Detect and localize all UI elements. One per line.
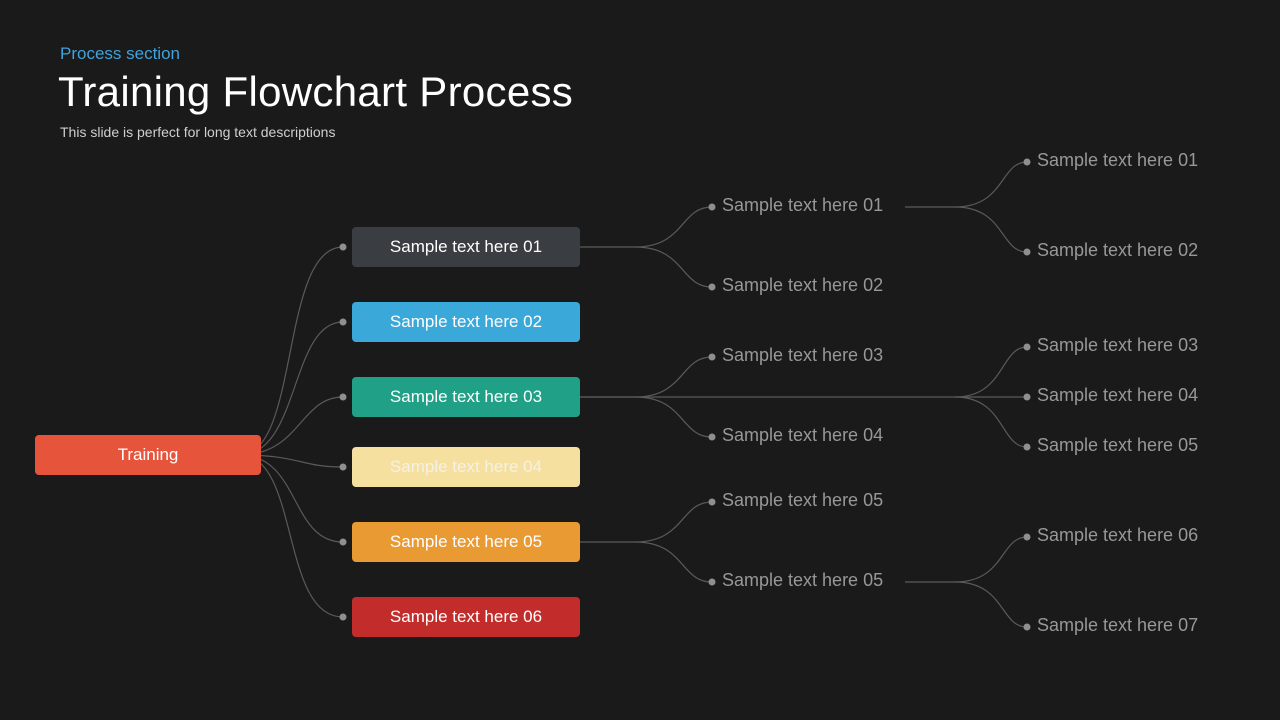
page-title: Training Flowchart Process xyxy=(58,68,573,116)
level1-node-05[interactable]: Sample text here 05 xyxy=(352,522,580,562)
level1-node-06[interactable]: Sample text here 06 xyxy=(352,597,580,637)
level1-node-04[interactable]: Sample text here 04 xyxy=(352,447,580,487)
level2-c-02: Sample text here 05 xyxy=(722,570,883,591)
level2-b-02: Sample text here 04 xyxy=(722,425,883,446)
level2-c-01: Sample text here 05 xyxy=(722,490,883,511)
level3-a-01: Sample text here 01 xyxy=(1037,150,1198,171)
level3-c-01: Sample text here 06 xyxy=(1037,525,1198,546)
flowchart-stage: { "header": { "section_label": "Process … xyxy=(0,0,1280,720)
level1-node-02[interactable]: Sample text here 02 xyxy=(352,302,580,342)
page-subtitle: This slide is perfect for long text desc… xyxy=(60,124,335,140)
level1-node-03[interactable]: Sample text here 03 xyxy=(352,377,580,417)
section-label: Process section xyxy=(60,44,180,64)
level3-b-03: Sample text here 05 xyxy=(1037,435,1198,456)
level2-b-01: Sample text here 03 xyxy=(722,345,883,366)
level3-b-01: Sample text here 03 xyxy=(1037,335,1198,356)
level1-node-01[interactable]: Sample text here 01 xyxy=(352,227,580,267)
root-node-training[interactable]: Training xyxy=(35,435,261,475)
level3-b-02: Sample text here 04 xyxy=(1037,385,1198,406)
level2-a-01: Sample text here 01 xyxy=(722,195,883,216)
level3-a-02: Sample text here 02 xyxy=(1037,240,1198,261)
level3-c-02: Sample text here 07 xyxy=(1037,615,1198,636)
level2-a-02: Sample text here 02 xyxy=(722,275,883,296)
